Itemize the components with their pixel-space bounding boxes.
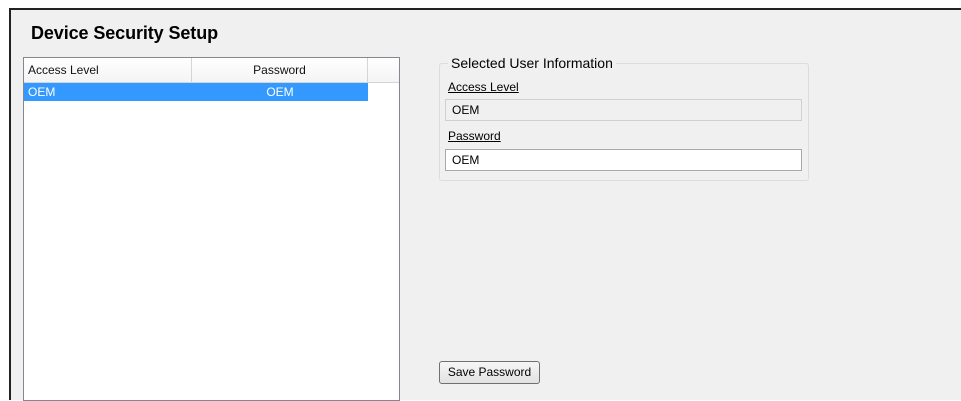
access-level-field: OEM — [445, 99, 802, 121]
column-header-filler — [368, 58, 399, 82]
cell-access-level: OEM — [28, 85, 56, 99]
cell-password: OEM — [266, 85, 294, 99]
column-header-access-level[interactable]: Access Level — [24, 58, 192, 82]
save-password-button[interactable]: Save Password — [439, 361, 540, 384]
list-row-selected[interactable]: OEM OEM — [24, 83, 368, 101]
page-title: Device Security Setup — [31, 23, 218, 43]
password-label: Password — [448, 129, 501, 143]
user-list[interactable]: Access Level Password OEM OEM — [23, 57, 400, 401]
access-level-label: Access Level — [448, 80, 519, 94]
list-header: Access Level Password — [24, 58, 399, 83]
password-field[interactable] — [445, 149, 802, 171]
device-security-panel: Device Security Setup Access Level Passw… — [9, 8, 961, 401]
selected-user-group-title: Selected User Information — [448, 55, 616, 71]
column-header-password[interactable]: Password — [192, 58, 368, 82]
